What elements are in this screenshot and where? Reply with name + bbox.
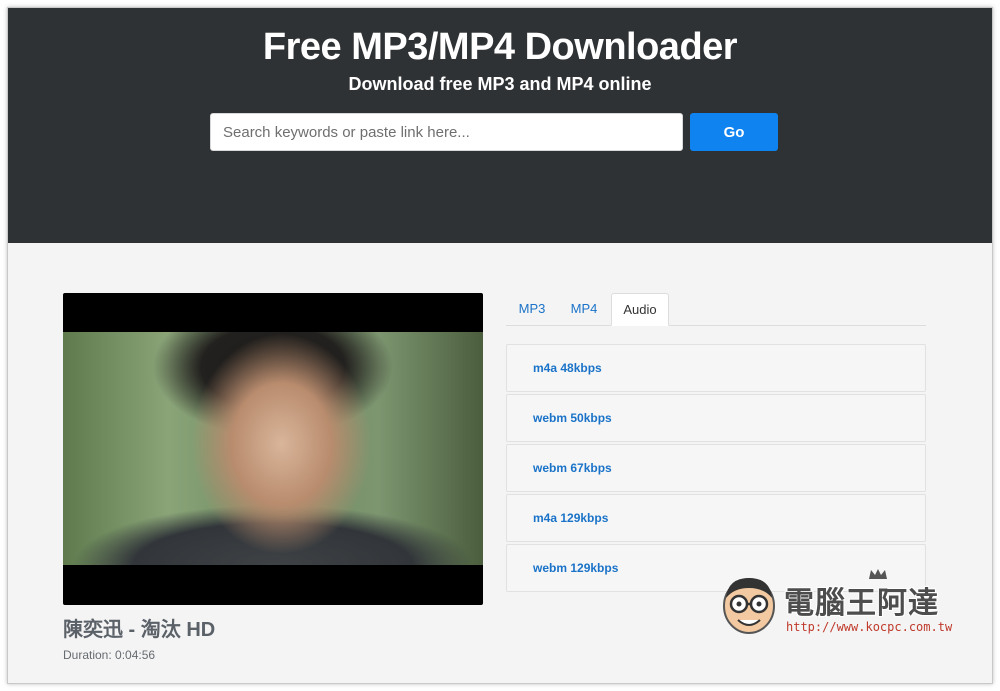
mascot-face-icon bbox=[723, 578, 775, 634]
hero-header: Free MP3/MP4 Downloader Download free MP… bbox=[8, 8, 992, 243]
page-subtitle: Download free MP3 and MP4 online bbox=[348, 74, 652, 94]
format-item[interactable]: webm 50kbps bbox=[506, 394, 926, 442]
format-tabs: MP3 MP4 Audio bbox=[506, 293, 926, 326]
tab-audio[interactable]: Audio bbox=[611, 293, 669, 326]
tab-mp4[interactable]: MP4 bbox=[558, 293, 610, 326]
format-item[interactable]: webm 67kbps bbox=[506, 444, 926, 492]
tab-mp3[interactable]: MP3 bbox=[506, 293, 558, 326]
video-thumbnail bbox=[63, 332, 483, 565]
watermark: 電腦王阿達 http://www.kocpc.com.tw bbox=[720, 568, 980, 640]
video-player[interactable] bbox=[63, 293, 483, 605]
page-title: Free MP3/MP4 Downloader bbox=[262, 26, 738, 68]
video-duration: Duration: 0:04:56 bbox=[63, 648, 156, 662]
watermark-text: 電腦王阿達 bbox=[784, 586, 939, 621]
format-item[interactable]: m4a 48kbps bbox=[506, 344, 926, 392]
video-title: 陳奕迅 - 淘汰 HD bbox=[63, 619, 216, 641]
search-input[interactable] bbox=[210, 113, 683, 151]
go-button[interactable]: Go bbox=[690, 113, 778, 151]
watermark-url: http://www.kocpc.com.tw bbox=[786, 620, 953, 634]
app-window: Free MP3/MP4 Downloader Download free MP… bbox=[7, 7, 993, 684]
format-item[interactable]: m4a 129kbps bbox=[506, 494, 926, 542]
format-list: m4a 48kbps webm 50kbps webm 67kbps m4a 1… bbox=[506, 344, 926, 594]
